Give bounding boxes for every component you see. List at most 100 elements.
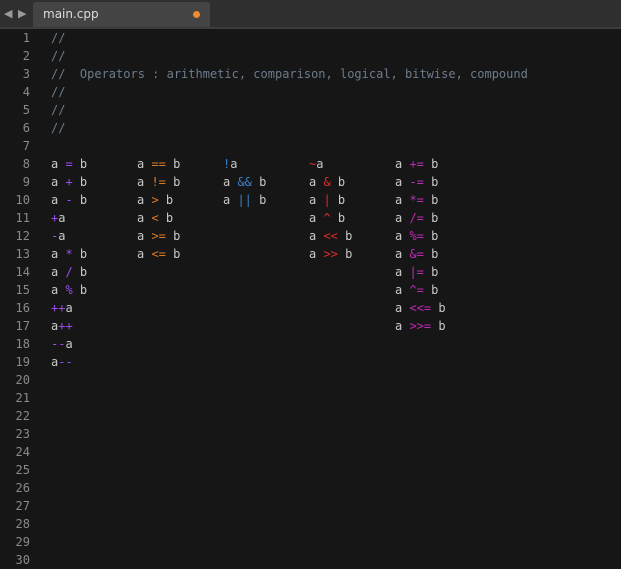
code-cell: a >= b xyxy=(137,227,223,245)
identifier-token: a xyxy=(58,229,66,243)
identifier-token: a xyxy=(309,175,324,189)
line-code: a = ba == b !a ~a a += b xyxy=(51,155,481,173)
comment-token: // xyxy=(51,121,66,135)
code-cell: a %= b xyxy=(395,227,481,245)
line-code: // xyxy=(51,47,65,65)
code-cell: // xyxy=(51,121,65,135)
line-code: // xyxy=(51,119,65,137)
code-cell: a <= b xyxy=(137,245,223,263)
code-cell: a <<= b xyxy=(395,299,481,317)
code-cell: a - b xyxy=(51,191,137,209)
line-number: 17 xyxy=(15,319,30,333)
identifier-token: b xyxy=(423,229,439,243)
identifier-token: b xyxy=(423,265,439,279)
line-number: 24 xyxy=(15,445,30,459)
comment-token: // xyxy=(51,103,66,117)
arith-token: / xyxy=(65,265,73,279)
code-cell: ++a xyxy=(51,299,137,317)
line-number: 15 xyxy=(15,283,30,297)
modified-dot-icon[interactable] xyxy=(193,11,200,18)
identifier-token: a xyxy=(395,301,410,315)
line-number: 30 xyxy=(15,553,30,567)
line-number: 12 xyxy=(15,229,30,243)
tab-forward-icon[interactable]: ▶ xyxy=(18,7,26,20)
code-cell: a >> b xyxy=(309,245,395,263)
line-code: // xyxy=(51,83,65,101)
identifier-token: b xyxy=(431,301,446,315)
identifier-token: b xyxy=(165,175,181,189)
line-number: 14 xyxy=(15,265,30,279)
code-cell: a << b xyxy=(309,227,395,245)
identifier-token: a xyxy=(395,157,410,171)
identifier-token: b xyxy=(72,193,88,207)
line-code: +a a < ba ^ ba /= b xyxy=(51,209,481,227)
identifier-token: a xyxy=(137,247,152,261)
line-number: 25 xyxy=(15,463,30,477)
code-cell: // xyxy=(51,49,65,63)
arith-token: ++ xyxy=(51,301,66,315)
identifier-token: a xyxy=(137,229,152,243)
code-cell: !a xyxy=(223,155,309,173)
identifier-token: a xyxy=(316,157,324,171)
tab-back-icon[interactable]: ◀ xyxy=(4,7,12,20)
arith-token: + xyxy=(65,175,73,189)
code-cell: // Operators : arithmetic, comparison, l… xyxy=(51,67,528,81)
compound-token: -= xyxy=(409,175,424,189)
compound-token: |= xyxy=(409,265,424,279)
line-code: ++a a <<= b xyxy=(51,299,481,317)
identifier-token: a xyxy=(395,319,410,333)
tab-title: main.cpp xyxy=(43,7,99,21)
identifier-token: a xyxy=(395,211,410,225)
comment-token: // xyxy=(51,85,66,99)
line-number: 16 xyxy=(15,301,30,315)
line-number: 6 xyxy=(22,121,30,135)
code-cell: a & b xyxy=(309,173,395,191)
identifier-token: b xyxy=(423,175,439,189)
identifier-token: b xyxy=(423,283,439,297)
comp-token: <= xyxy=(151,247,166,261)
code-cell: a++ xyxy=(51,317,137,335)
identifier-token: a xyxy=(137,193,152,207)
code-editor[interactable]: 1 // 2 // 3 // Operators : arithmetic, compar… xyxy=(0,29,621,568)
tab-main-cpp[interactable]: main.cpp xyxy=(33,2,210,27)
identifier-token: a xyxy=(51,157,66,171)
code-cell: a && b xyxy=(223,173,309,191)
code-cell: a /= b xyxy=(395,209,481,227)
comp-token: == xyxy=(151,157,166,171)
identifier-token: a xyxy=(230,157,238,171)
compound-token: &= xyxy=(409,247,424,261)
identifier-token: b xyxy=(165,229,181,243)
line-code: // Operators : arithmetic, comparison, l… xyxy=(51,65,528,83)
arith-token: % xyxy=(65,283,73,297)
identifier-token: a xyxy=(137,157,152,171)
identifier-token: b xyxy=(330,211,346,225)
line-code: a / ba |= b xyxy=(51,263,481,281)
arith-token: = xyxy=(65,157,73,171)
code-cell: a |= b xyxy=(395,263,481,281)
line-number: 10 xyxy=(15,193,30,207)
line-number: 8 xyxy=(22,157,30,171)
line-number: 28 xyxy=(15,517,30,531)
identifier-token: b xyxy=(423,247,439,261)
comment-token: // xyxy=(51,49,66,63)
arith-token: ++ xyxy=(58,319,73,333)
identifier-token: a xyxy=(223,175,238,189)
identifier-token: b xyxy=(165,247,181,261)
code-cell: a || b xyxy=(223,191,309,209)
identifier-token: a xyxy=(395,229,410,243)
identifier-token: b xyxy=(337,229,353,243)
line-number: 18 xyxy=(15,337,30,351)
bit-token: >> xyxy=(323,247,338,261)
identifier-token: b xyxy=(423,157,439,171)
line-code: a % ba ^= b xyxy=(51,281,481,299)
compound-token: <<= xyxy=(409,301,432,315)
code-cell: -a xyxy=(51,227,137,245)
line-code: a-- xyxy=(51,353,73,371)
arith-token: -- xyxy=(51,337,66,351)
identifier-token: b xyxy=(251,175,267,189)
code-cell: // xyxy=(51,31,65,45)
comp-token: < xyxy=(151,211,159,225)
line-number: 1 xyxy=(22,31,30,45)
line-number: 23 xyxy=(15,427,30,441)
identifier-token: a xyxy=(51,175,66,189)
